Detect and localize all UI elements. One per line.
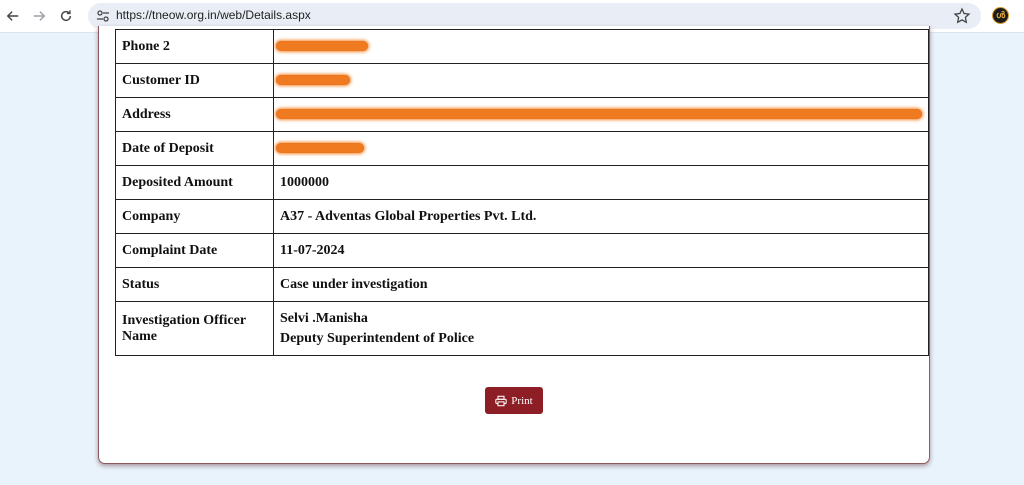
redacted-value: [276, 143, 364, 154]
detail-value: A37 - Adventas Global Properties Pvt. Lt…: [273, 199, 929, 234]
printer-icon: [495, 395, 507, 406]
detail-label: Customer ID: [115, 63, 274, 98]
detail-value: [273, 63, 929, 98]
detail-row: Complaint Date 11-07-2024: [115, 233, 929, 268]
detail-value: [273, 97, 929, 132]
detail-value: [273, 29, 929, 64]
detail-value: [273, 131, 929, 166]
reload-icon: [60, 10, 72, 22]
detail-row: Deposited Amount 1000000: [115, 165, 929, 200]
reload-button[interactable]: [56, 6, 76, 26]
detail-label: Date of Deposit: [115, 131, 274, 166]
detail-row: Customer ID: [115, 63, 929, 98]
details-card: Phone 2 Customer ID Address Date of Deposit…: [98, 26, 930, 464]
redacted-value: [276, 75, 350, 86]
profile-avatar[interactable]: ൾ: [992, 7, 1009, 24]
detail-row: Date of Deposit: [115, 131, 929, 166]
detail-row: Company A37 - Adventas Global Properties …: [115, 199, 929, 234]
detail-row: Phone 2: [115, 29, 929, 64]
detail-label: Company: [115, 199, 274, 234]
detail-label: Phone 2: [115, 29, 274, 64]
detail-value: Selvi .Manisha Deputy Superintendent of P…: [273, 301, 929, 356]
detail-value: 1000000: [273, 165, 929, 200]
officer-designation: Deputy Superintendent of Police: [280, 330, 475, 346]
url-text[interactable]: https://tneow.org.in/web/Details.aspx: [116, 8, 311, 22]
site-settings-icon[interactable]: [96, 9, 110, 23]
detail-row: Status Case under investigation: [115, 267, 929, 302]
back-button[interactable]: [3, 6, 23, 26]
detail-label: Address: [115, 97, 274, 132]
detail-value: Case under investigation: [273, 267, 929, 302]
bookmark-star-icon[interactable]: [953, 7, 971, 25]
redacted-value: [276, 109, 922, 120]
arrow-left-icon: [6, 11, 19, 21]
details-table: Phone 2 Customer ID Address Date of Deposit…: [115, 29, 929, 356]
detail-value: 11-07-2024: [273, 233, 929, 268]
officer-name: Selvi .Manisha: [280, 310, 368, 326]
forward-button[interactable]: [29, 6, 49, 26]
detail-label: Status: [115, 267, 274, 302]
detail-label: Complaint Date: [115, 233, 274, 268]
redacted-value: [276, 41, 368, 52]
detail-label: Deposited Amount: [115, 165, 274, 200]
arrow-right-icon: [33, 11, 46, 21]
print-button-label: Print: [511, 394, 533, 407]
detail-label: Investigation Officer Name: [115, 301, 274, 356]
detail-row: Investigation Officer Name Selvi .Manisha…: [115, 301, 929, 356]
print-button[interactable]: Print: [485, 387, 543, 414]
detail-row: Address: [115, 97, 929, 132]
